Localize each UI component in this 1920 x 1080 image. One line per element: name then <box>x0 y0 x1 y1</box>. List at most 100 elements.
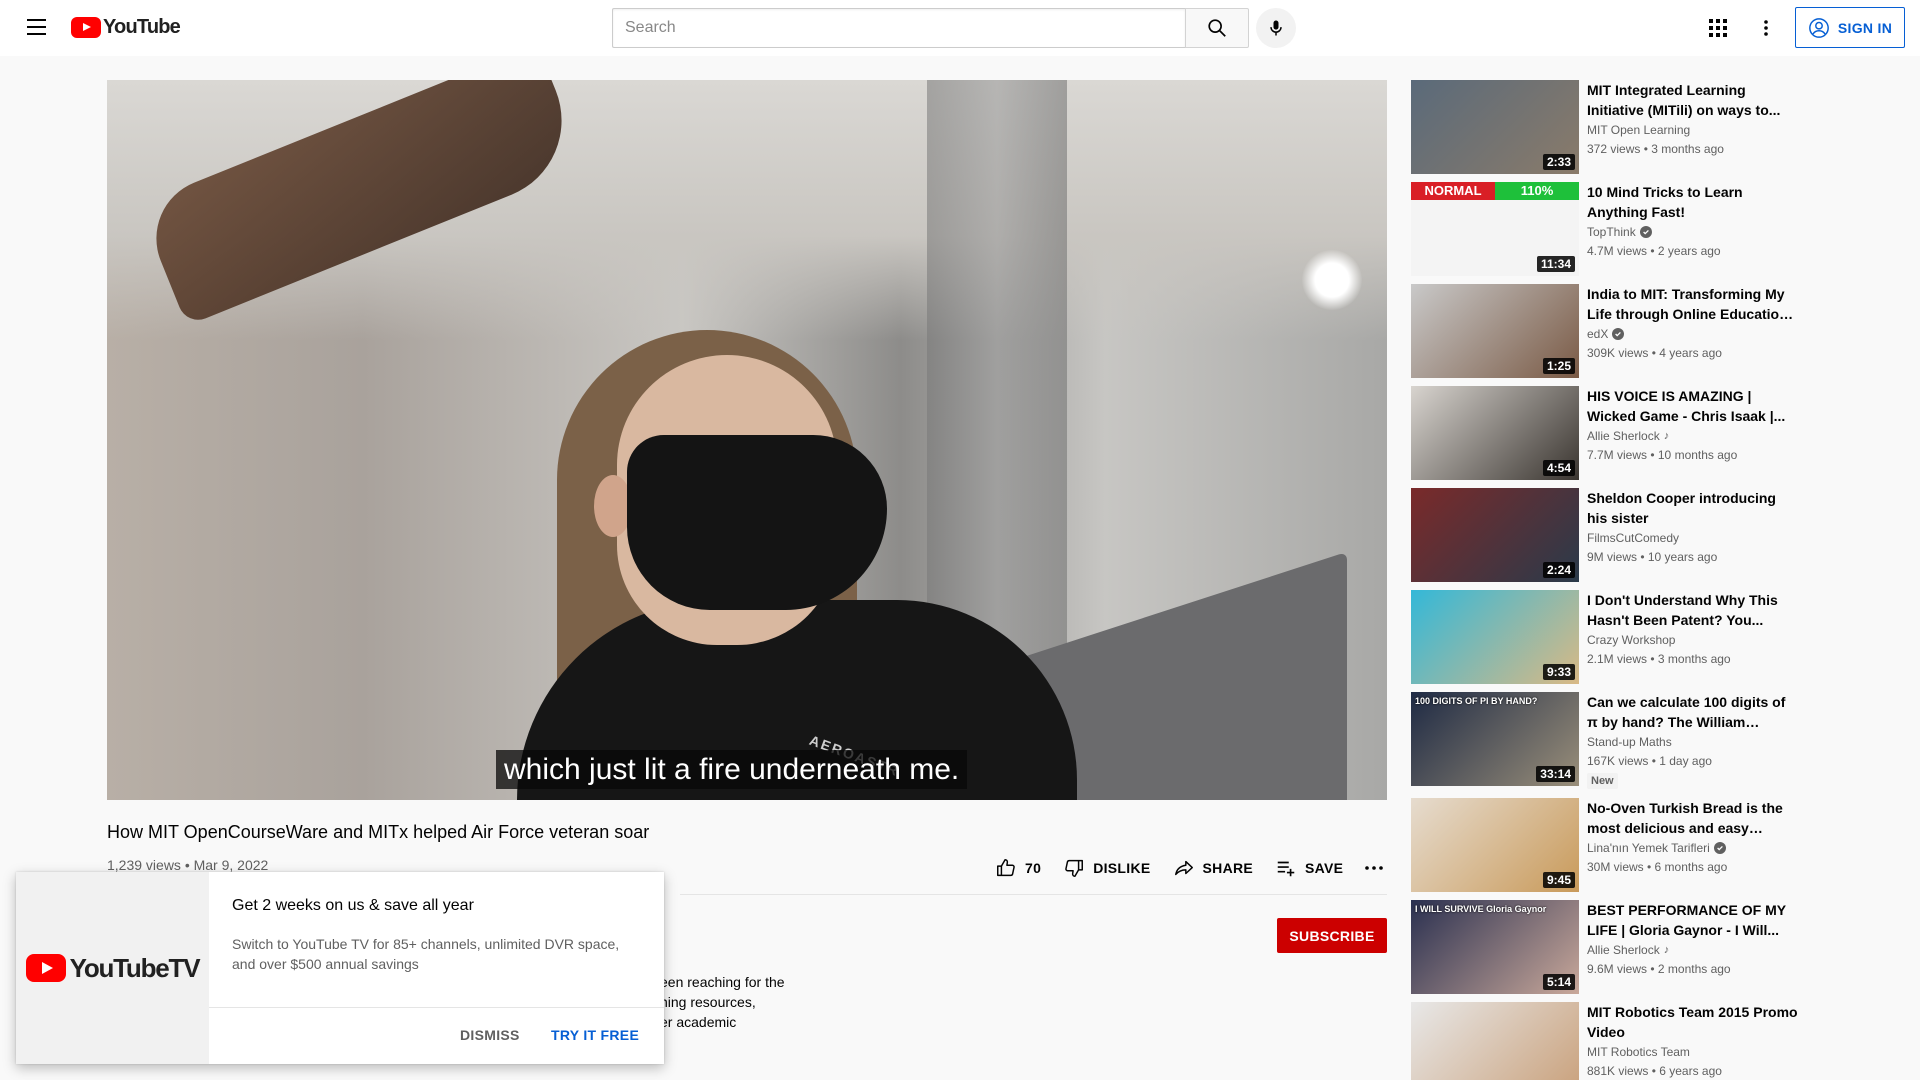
channel-name[interactable]: edX <box>1587 327 1625 341</box>
share-icon <box>1174 860 1193 876</box>
verified-check-icon <box>1713 842 1726 854</box>
subscribe-button[interactable]: SUBSCRIBE <box>1277 918 1387 953</box>
video-frame-light <box>1302 250 1362 310</box>
video-duration: 11:34 <box>1536 256 1575 272</box>
recommendation-item[interactable]: NORMAL 110% 11:34 10 Mind Tricks to Learn A… <box>1411 182 1811 276</box>
recommendation-item[interactable]: 4:54 HIS VOICE IS AMAZING | Wicked Game -… <box>1411 386 1811 480</box>
promo-title: Get 2 weeks on us & save all year <box>232 897 474 914</box>
share-button[interactable]: SHARE <box>1173 857 1254 879</box>
recommendation-meta: 9.6M views • 2 months ago <box>1587 962 1731 976</box>
channel-name-label: edX <box>1587 327 1609 341</box>
thumbs-up-icon <box>997 859 1015 877</box>
recommendation-meta: 7.7M views • 10 months ago <box>1587 448 1738 462</box>
video-duration: 1:25 <box>1542 358 1575 374</box>
video-duration: 5:14 <box>1542 974 1575 990</box>
voice-search-button[interactable] <box>1256 8 1296 48</box>
recommendation-item[interactable]: 9:33 I Don't Understand Why This Hasn't B… <box>1411 590 1811 684</box>
playlist-add-icon <box>1277 861 1295 877</box>
video-duration: 2:33 <box>1542 154 1575 170</box>
thumbnail-text: I WILL SURVIVE Gloria Gaynor <box>1415 904 1547 914</box>
recommendation-title[interactable]: MIT Robotics Team 2015 Promo Video <box>1587 1002 1799 1042</box>
video-duration: 9:45 <box>1542 872 1575 888</box>
recommendation-meta: 2.1M views • 3 months ago <box>1587 652 1731 666</box>
recommendation-title[interactable]: BEST PERFORMANCE OF MY LIFE | Gloria Gay… <box>1587 900 1799 940</box>
menu-icon[interactable] <box>22 16 50 40</box>
more-actions-icon[interactable] <box>1365 866 1384 870</box>
thumbnail-label: 110% <box>1495 182 1579 200</box>
search-input[interactable] <box>612 8 1185 48</box>
try-it-free-button[interactable]: TRY IT FREE <box>551 1027 639 1043</box>
channel-name[interactable]: Stand-up Maths <box>1587 735 1672 749</box>
recommendation-title[interactable]: Can we calculate 100 digits of π by hand… <box>1587 692 1799 732</box>
recommendation-meta: 372 views • 3 months ago <box>1587 142 1724 156</box>
thumbs-down-icon <box>1065 859 1084 877</box>
recommendation-item[interactable]: 2:33 MIT Integrated Learning Initiative (… <box>1411 80 1811 174</box>
channel-name-label: Allie Sherlock <box>1587 429 1660 443</box>
search-box <box>612 8 1249 48</box>
channel-name[interactable]: FilmsCutComedy <box>1587 531 1679 545</box>
dislike-button[interactable]: DISLIKE <box>1063 857 1150 879</box>
thumb-promo-icon[interactable] <box>1411 1002 1579 1080</box>
channel-name[interactable]: Allie Sherlock ♪ <box>1587 429 1669 443</box>
sign-in-label: SIGN IN <box>1837 19 1893 36</box>
thumb-workshop-icon[interactable]: 9:33 <box>1411 590 1579 684</box>
recommendation-item[interactable]: 1:25 India to MIT: Transforming My Life t… <box>1411 284 1811 378</box>
verified-check-icon <box>1612 328 1625 340</box>
more-options-icon[interactable] <box>1754 16 1778 40</box>
channel-name-label: MIT Open Learning <box>1587 123 1691 137</box>
account-icon <box>1808 17 1829 38</box>
video-caption: which just lit a fire underneath me. <box>496 750 968 789</box>
youtube-tv-logo-text: YouTubeTV <box>69 952 201 983</box>
thumb-concert-icon[interactable]: I WILL SURVIVE Gloria Gaynor 5:14 <box>1411 900 1579 994</box>
video-player[interactable]: AEROASTR which just lit a fire underneat… <box>107 80 1387 800</box>
save-button[interactable]: SAVE <box>1275 857 1343 879</box>
channel-name[interactable]: Lina'nın Yemek Tarifleri <box>1587 841 1726 855</box>
search-icon <box>1208 19 1226 37</box>
thumbnail-label: NORMAL <box>1411 182 1495 200</box>
channel-name[interactable]: Crazy Workshop <box>1587 633 1675 647</box>
promo-content: Get 2 weeks on us & save all year Switch… <box>209 872 664 1064</box>
dismiss-button[interactable]: DISMISS <box>460 1027 520 1043</box>
thumb-classroom-icon[interactable]: 100 DIGITS OF PI BY HAND? 33:14 <box>1411 692 1579 786</box>
recommendation-title[interactable]: No-Oven Turkish Bread is the most delici… <box>1587 798 1799 838</box>
channel-name[interactable]: Allie Sherlock ♪ <box>1587 943 1669 957</box>
thumb-street-music-icon[interactable]: 4:54 <box>1411 386 1579 480</box>
recommendation-title[interactable]: 10 Mind Tricks to Learn Anything Fast! <box>1587 182 1799 222</box>
channel-name[interactable]: MIT Robotics Team <box>1587 1045 1690 1059</box>
thumb-tv-scene-icon[interactable]: 2:24 <box>1411 488 1579 582</box>
sign-in-button[interactable]: SIGN IN <box>1795 7 1905 48</box>
search-button[interactable] <box>1185 8 1249 48</box>
recommendation-item[interactable]: MIT Robotics Team 2015 Promo Video MIT Ro… <box>1411 1002 1811 1080</box>
recommendation-title[interactable]: MIT Integrated Learning Initiative (MITi… <box>1587 80 1799 120</box>
recommendation-title[interactable]: HIS VOICE IS AMAZING | Wicked Game - Chr… <box>1587 386 1799 426</box>
masthead: YouTube SIGN IN <box>0 0 1920 56</box>
info-divider <box>680 894 1387 895</box>
recommendation-item[interactable]: I WILL SURVIVE Gloria Gaynor 5:14 BEST PER… <box>1411 900 1811 994</box>
apps-grid-icon[interactable] <box>1706 16 1730 40</box>
youtube-logo[interactable]: YouTube <box>71 16 181 39</box>
recommendation-meta: 881K views • 6 years ago <box>1587 1064 1722 1078</box>
description-line: een reaching for the <box>660 974 785 990</box>
channel-name-label: Crazy Workshop <box>1587 633 1676 647</box>
recommendation-title[interactable]: India to MIT: Transforming My Life throu… <box>1587 284 1799 324</box>
recommendation-title[interactable]: I Don't Understand Why This Hasn't Been … <box>1587 590 1799 630</box>
like-button[interactable]: 70 <box>995 857 1041 879</box>
video-frame-face-mask <box>627 435 887 610</box>
promo-divider <box>209 1007 664 1008</box>
recommendation-item[interactable]: 9:45 No-Oven Turkish Bread is the most de… <box>1411 798 1811 892</box>
video-duration: 9:33 <box>1542 664 1575 680</box>
channel-name[interactable]: MIT Open Learning <box>1587 123 1690 137</box>
thumb-lecture-icon[interactable]: 2:33 <box>1411 80 1579 174</box>
channel-name-label: FilmsCutComedy <box>1587 531 1680 545</box>
recommendation-title[interactable]: Sheldon Cooper introducing his sister <box>1587 488 1799 528</box>
recommendation-item[interactable]: 100 DIGITS OF PI BY HAND? 33:14 Can we cal… <box>1411 692 1811 789</box>
channel-name[interactable]: TopThink <box>1587 225 1652 239</box>
video-actions: 70 DISLIKE SHARE SAVE <box>995 855 1384 881</box>
thumb-bread-icon[interactable]: 9:45 <box>1411 798 1579 892</box>
thumb-portrait-icon[interactable]: 1:25 <box>1411 284 1579 378</box>
channel-name-label: Lina'nın Yemek Tarifleri <box>1587 841 1710 855</box>
recommendation-item[interactable]: 2:24 Sheldon Cooper introducing his siste… <box>1411 488 1811 582</box>
description-line: ning resources, <box>660 994 756 1010</box>
promo-logo-panel: YouTubeTV <box>16 872 209 1064</box>
thumb-cartoon-icon[interactable]: NORMAL 110% 11:34 <box>1411 182 1579 276</box>
